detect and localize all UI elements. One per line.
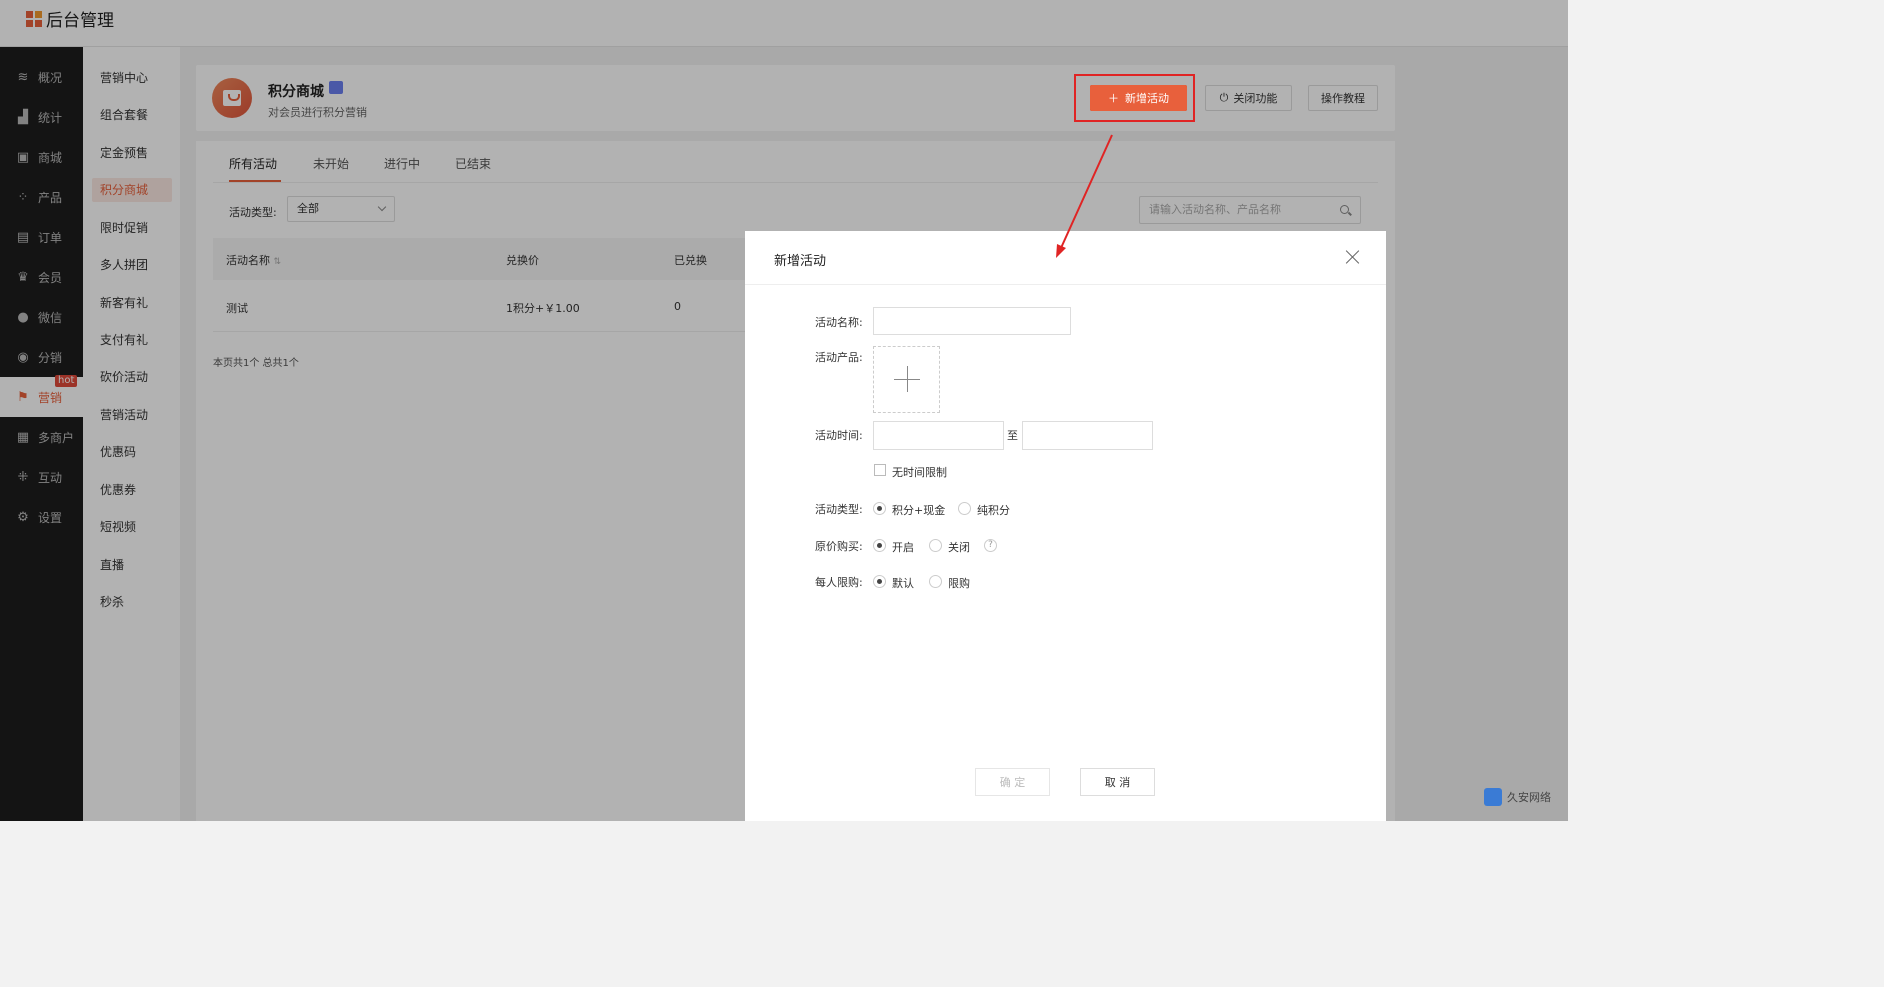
activity-name-input[interactable]: [873, 307, 1071, 335]
dialog-title: 新增活动: [774, 254, 827, 269]
original-radio-on[interactable]: [873, 539, 886, 552]
original-option-label: 关闭: [948, 541, 970, 554]
type-radio-points-cash[interactable]: [873, 502, 886, 515]
original-option-label: 开启: [892, 541, 914, 554]
limit-radio-default[interactable]: [873, 575, 886, 588]
activity-time-label: 活动时间:: [815, 429, 863, 442]
activity-type-label: 活动类型:: [815, 503, 863, 516]
watermark-text: 久安网络: [1507, 791, 1551, 804]
activity-name-label: 活动名称:: [815, 316, 863, 329]
dialog-divider: [745, 284, 1386, 285]
help-icon[interactable]: ?: [984, 539, 997, 552]
activity-product-label: 活动产品:: [815, 351, 863, 364]
type-option-label: 积分+现金: [892, 504, 946, 517]
add-activity-dialog: 新增活动 活动名称: 活动产品: 活动时间: 至 无时间限制 活动类型: 积分+…: [745, 231, 1386, 821]
add-product-button[interactable]: [873, 346, 940, 413]
type-radio-points-only[interactable]: [958, 502, 971, 515]
start-time-input[interactable]: [873, 421, 1004, 450]
confirm-button[interactable]: 确 定: [975, 768, 1050, 796]
type-option-label: 纯积分: [977, 504, 1010, 517]
annotation-highlight-box: [1074, 74, 1195, 122]
end-time-input[interactable]: [1022, 421, 1153, 450]
no-time-limit-checkbox[interactable]: [874, 464, 886, 476]
no-time-limit-label: 无时间限制: [892, 466, 947, 479]
watermark: 久安网络: [1484, 788, 1551, 806]
time-range-separator: 至: [1007, 429, 1018, 442]
original-radio-off[interactable]: [929, 539, 942, 552]
purchase-limit-label: 每人限购:: [815, 576, 863, 589]
limit-radio-limited[interactable]: [929, 575, 942, 588]
limit-option-label: 默认: [892, 577, 914, 590]
limit-option-label: 限购: [948, 577, 970, 590]
cancel-button[interactable]: 取 消: [1080, 768, 1155, 796]
original-price-label: 原价购买:: [815, 540, 863, 553]
close-icon[interactable]: [1346, 250, 1360, 264]
watermark-logo-icon: [1484, 788, 1502, 806]
